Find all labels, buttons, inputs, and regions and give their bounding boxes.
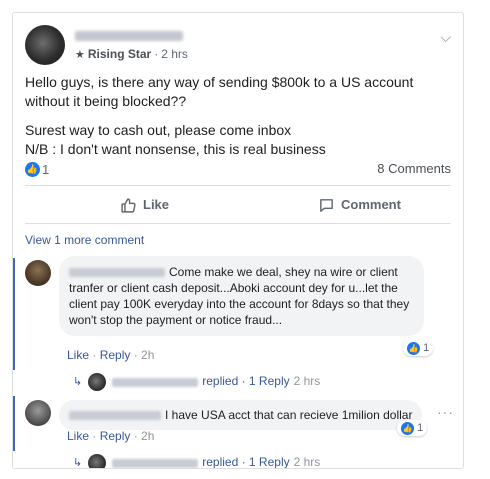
comment-like-link[interactable]: Like [67, 429, 89, 443]
meta-separator: · [154, 47, 159, 61]
dot-separator: · [89, 429, 100, 443]
divider [25, 223, 451, 224]
more-options-icon[interactable]: ··· [437, 404, 454, 420]
post-time[interactable]: 2 hrs [161, 47, 188, 61]
comment-text: I have USA acct that can recieve 1milion… [165, 408, 413, 422]
reply-time: 2 hrs [293, 455, 321, 469]
comment-label: Comment [341, 197, 401, 212]
like-button[interactable]: Like [120, 189, 169, 221]
reactions-summary: 👍 1 8 Comments [25, 161, 451, 181]
author-avatar[interactable] [25, 25, 65, 65]
replied-label: replied [202, 374, 239, 389]
thumbs-up-icon: 👍 [407, 341, 420, 355]
comment-like-link[interactable]: Like [67, 348, 89, 362]
action-bar: Like Comment [25, 189, 451, 221]
reply-time: 2 hrs [293, 374, 321, 389]
replies-summary[interactable]: ↳ replied · 1 Reply 2 hrs [73, 454, 321, 469]
comment-time[interactable]: 2h [141, 348, 154, 362]
dot-separator: · [89, 348, 100, 362]
author-name-redacted[interactable] [75, 31, 183, 41]
comment-time[interactable]: 2h [141, 429, 154, 443]
view-more-comments[interactable]: View 1 more comment [25, 233, 144, 247]
post-card: ★ Rising Star · 2 hrs ⌵ Hello guys, is ther… [12, 12, 464, 469]
comment-reply-link[interactable]: Reply [100, 429, 131, 443]
dot-separator: · [130, 348, 142, 362]
badge-label[interactable]: Rising Star [88, 47, 151, 61]
chevron-down-icon[interactable]: ⌵ [440, 29, 451, 46]
commenter-name-redacted[interactable] [69, 411, 161, 421]
comment-reaction-count: 1 [417, 422, 424, 434]
reactions-count[interactable]: 1 [42, 162, 49, 177]
comment-reactions[interactable]: 👍 1 [403, 340, 434, 356]
replier-avatar [88, 373, 107, 391]
post-body: Hello guys, is there any way of sending … [25, 73, 449, 169]
comments-section: View 1 more comment Come make we deal, s… [13, 228, 463, 468]
commenter-avatar[interactable] [25, 400, 51, 426]
divider [25, 185, 451, 186]
comments-count[interactable]: 8 Comments [377, 161, 451, 176]
like-label: Like [143, 197, 170, 212]
comment-reactions[interactable]: 👍 1 [397, 420, 428, 436]
comment-reply-link[interactable]: Reply [100, 348, 131, 362]
comment-bubble: Come make we deal, shey na wire or clien… [59, 256, 424, 336]
comment-actions: Like · Reply · 2h [67, 348, 154, 362]
post-header: ★ Rising Star · 2 hrs ⌵ [25, 25, 451, 73]
post-line-2: Surest way to cash out, please come inbo… [25, 122, 292, 138]
comment-bubble: I have USA acct that can recieve 1milion… [59, 400, 423, 430]
replied-label: replied [202, 455, 239, 469]
reply-arrow-icon: ↳ [73, 457, 83, 469]
thread-indicator [13, 258, 15, 370]
comment-reaction-count: 1 [423, 342, 430, 354]
replier-name-redacted [112, 458, 199, 468]
star-badge-icon: ★ [75, 49, 85, 61]
comment-button[interactable]: Comment [318, 189, 401, 221]
reply-count: 1 Reply [248, 455, 290, 469]
commenter-name-redacted[interactable] [69, 268, 165, 278]
thumbs-up-icon: 👍 [401, 421, 414, 435]
thumbs-up-icon [121, 198, 136, 213]
thumbs-up-icon[interactable]: 👍 [25, 162, 40, 178]
reply-count: 1 Reply [248, 374, 290, 389]
post-meta: ★ Rising Star · 2 hrs [75, 47, 188, 61]
replier-name-redacted [112, 377, 199, 387]
thread-indicator [13, 396, 15, 451]
dot-separator: · [130, 429, 142, 443]
replier-avatar [88, 454, 107, 468]
reply-arrow-icon: ↳ [73, 376, 83, 389]
comment-actions: Like · Reply · 2h [67, 429, 154, 443]
commenter-avatar[interactable] [25, 260, 51, 286]
comment-bubble-icon [320, 199, 333, 212]
replies-summary[interactable]: ↳ replied · 1 Reply 2 hrs [73, 373, 320, 391]
post-line-1: Hello guys, is there any way of sending … [25, 74, 414, 109]
post-line-3: N/B : I don't want nonsense, this is rea… [25, 141, 326, 157]
